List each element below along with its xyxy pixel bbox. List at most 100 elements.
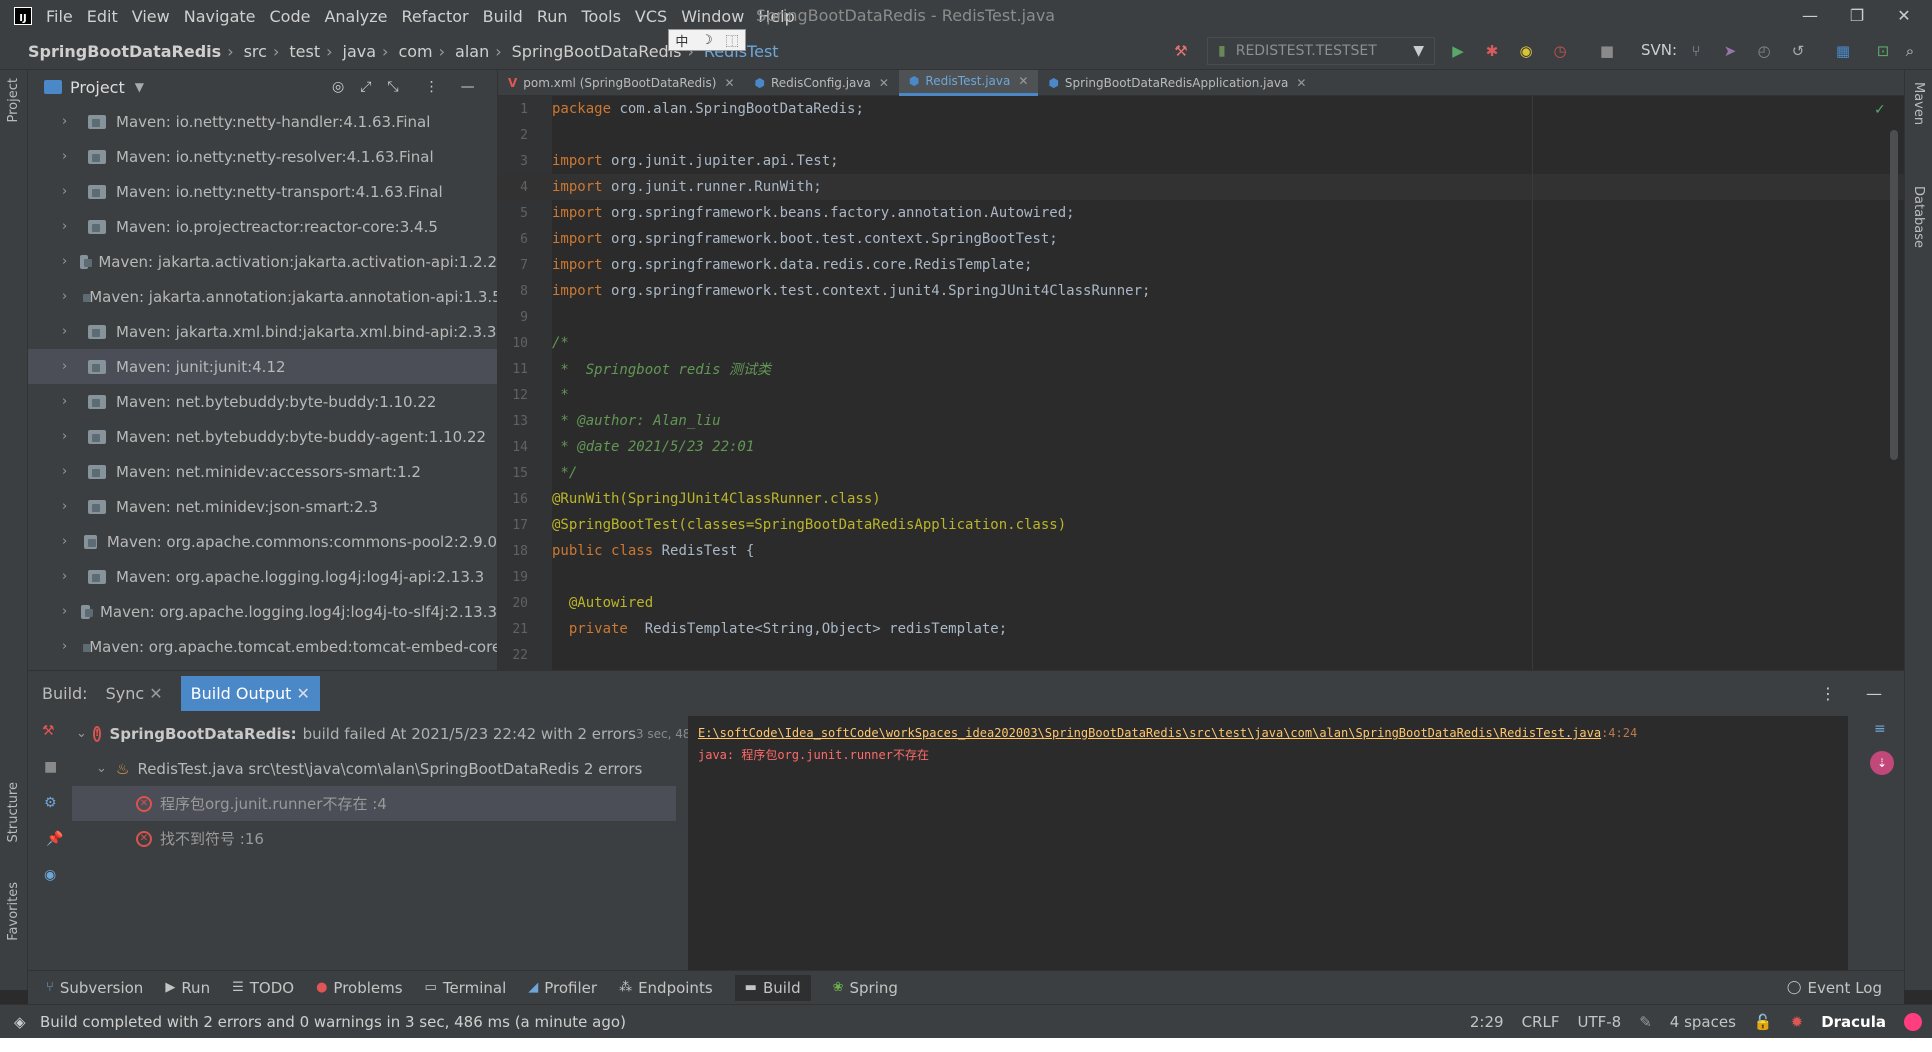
- code-line[interactable]: 15 */: [498, 460, 1904, 486]
- tool-profiler[interactable]: ◢ Profiler: [528, 979, 597, 997]
- restore-icon[interactable]: ❐: [1845, 4, 1869, 28]
- close-window-icon[interactable]: ✕: [1892, 4, 1916, 28]
- stripe-database[interactable]: Database: [1911, 186, 1926, 248]
- rebuild-icon[interactable]: ⚒: [42, 723, 64, 739]
- file-encoding[interactable]: UTF-8: [1577, 1013, 1621, 1031]
- tab-sync[interactable]: Sync ✕: [106, 684, 163, 703]
- close-icon[interactable]: ✕: [1296, 76, 1306, 90]
- more-options-icon[interactable]: ⋮: [1820, 684, 1836, 703]
- chevron-right-icon[interactable]: ›: [62, 219, 76, 234]
- status-message[interactable]: Build completed with 2 errors and 0 warn…: [40, 1013, 626, 1031]
- pin-icon[interactable]: 📌: [46, 831, 63, 847]
- close-icon[interactable]: ✕: [1018, 74, 1028, 88]
- stripe-project[interactable]: Project: [6, 78, 21, 122]
- ime-moon-icon[interactable]: ☽: [701, 33, 713, 48]
- chevron-right-icon[interactable]: ›: [62, 569, 76, 584]
- tool-terminal[interactable]: ▭ Terminal: [425, 979, 507, 997]
- run-configuration-select[interactable]: ▮ REDISTEST.TESTSET ▼: [1207, 37, 1435, 65]
- menu-refactor[interactable]: Refactor: [402, 7, 469, 26]
- scroll-to-end-icon[interactable]: ⇣: [1870, 751, 1894, 775]
- minimize-icon[interactable]: —: [1798, 4, 1822, 28]
- chevron-right-icon[interactable]: ›: [62, 534, 72, 549]
- breadcrumb-test[interactable]: test: [289, 42, 320, 61]
- line-separator[interactable]: CRLF: [1522, 1013, 1560, 1031]
- project-tree-item[interactable]: › Maven: org.apache.commons:commons-pool2…: [28, 524, 497, 559]
- chevron-right-icon[interactable]: ›: [62, 184, 76, 199]
- project-tree-item[interactable]: › Maven: net.minidev:accessors-smart:1.2: [28, 454, 497, 489]
- soft-wrap-icon[interactable]: ≡: [1874, 721, 1886, 737]
- coverage-icon[interactable]: ◉: [1515, 40, 1537, 62]
- chevron-right-icon[interactable]: ›: [62, 114, 76, 129]
- project-tree-item[interactable]: › Maven: junit:junit:4.12: [28, 349, 497, 384]
- project-tree-item[interactable]: › Maven: jakarta.xml.bind:jakarta.xml.bin…: [28, 314, 497, 349]
- project-panel-title[interactable]: Project: [70, 78, 125, 97]
- code-line[interactable]: 18 public class RedisTest {: [498, 538, 1904, 564]
- code-line[interactable]: 9: [498, 304, 1904, 330]
- tab-redisconfig[interactable]: ⬢ RedisConfig.java ✕: [745, 70, 899, 96]
- breadcrumb-java[interactable]: java: [343, 42, 377, 61]
- ime-toolbar[interactable]: 中 ☽ ⿰: [668, 29, 746, 51]
- chevron-down-icon[interactable]: ▼: [135, 80, 144, 94]
- code-line[interactable]: 12 *: [498, 382, 1904, 408]
- hide-panel-icon[interactable]: —: [461, 79, 475, 95]
- menu-file[interactable]: File: [46, 7, 73, 26]
- stripe-favorites[interactable]: Favorites: [6, 882, 21, 941]
- close-icon[interactable]: ✕: [297, 684, 310, 703]
- breadcrumb-project[interactable]: SpringBootDataRedis: [28, 42, 221, 61]
- svn-commit-icon[interactable]: ➤: [1719, 40, 1741, 62]
- vertical-scrollbar[interactable]: [1890, 130, 1898, 460]
- stripe-structure[interactable]: Structure: [6, 782, 21, 842]
- menu-navigate[interactable]: Navigate: [184, 7, 256, 26]
- chevron-down-icon[interactable]: ⌄: [76, 726, 87, 741]
- tool-subversion[interactable]: ⑂ Subversion: [46, 979, 143, 997]
- chevron-right-icon[interactable]: ›: [62, 324, 76, 339]
- close-icon[interactable]: ✕: [149, 684, 162, 703]
- project-tree-item[interactable]: › Maven: net.bytebuddy:byte-buddy-agent:1…: [28, 419, 497, 454]
- breadcrumb-alan[interactable]: alan: [455, 42, 489, 61]
- theme-name[interactable]: Dracula: [1821, 1013, 1886, 1031]
- code-line[interactable]: 17 @SpringBootTest(classes=SpringBootData…: [498, 512, 1904, 538]
- svn-update-icon[interactable]: ⑂: [1685, 40, 1707, 62]
- breadcrumb-src[interactable]: src: [244, 42, 267, 61]
- project-tree-item[interactable]: › Maven: net.bytebuddy:byte-buddy:1.10.22: [28, 384, 497, 419]
- code-area[interactable]: 1 package com.alan.SpringBootDataRedis; 2 3…: [498, 96, 1904, 668]
- code-line[interactable]: 3 import org.junit.jupiter.api.Test;: [498, 148, 1904, 174]
- lock-icon[interactable]: 🔓: [1754, 1013, 1773, 1031]
- settings-icon[interactable]: ⚙: [44, 795, 57, 811]
- build-root-row[interactable]: ⌄ ! SpringBootDataRedis: build failed At…: [72, 716, 720, 751]
- close-icon[interactable]: ✕: [724, 76, 734, 90]
- run-icon[interactable]: ▶: [1447, 40, 1469, 62]
- code-line[interactable]: 2: [498, 122, 1904, 148]
- tool-event-log[interactable]: ◯ Event Log: [1787, 979, 1882, 997]
- code-line[interactable]: 8 import org.springframework.test.context…: [498, 278, 1904, 304]
- project-tree-item[interactable]: › Maven: org.apache.tomcat.embed:tomcat-e…: [28, 629, 497, 664]
- tab-pom-xml[interactable]: V pom.xml (SpringBootDataRedis) ✕: [498, 70, 745, 96]
- code-line[interactable]: 1 package com.alan.SpringBootDataRedis;: [498, 96, 1904, 122]
- stop-icon[interactable]: ■: [44, 759, 57, 775]
- menu-run[interactable]: Run: [537, 7, 568, 26]
- tab-build-output[interactable]: Build Output ✕: [180, 676, 320, 711]
- stripe-maven[interactable]: Maven: [1911, 82, 1926, 125]
- tool-build[interactable]: ▬ Build: [734, 974, 811, 1001]
- code-line[interactable]: 22: [498, 642, 1904, 668]
- chevron-down-icon[interactable]: ⌄: [96, 761, 110, 776]
- code-line[interactable]: 21 private RedisTemplate<String,Object> …: [498, 616, 1904, 642]
- tab-application[interactable]: ⬢ SpringBootDataRedisApplication.java ✕: [1038, 70, 1316, 96]
- project-tree-item[interactable]: › Maven: org.apache.logging.log4j:log4j-t…: [28, 594, 497, 629]
- search-icon[interactable]: ⌕: [1899, 40, 1921, 62]
- build-file-row[interactable]: ⌄ ♨ RedisTest.java src\test\java\com\ala…: [72, 751, 676, 786]
- menu-build[interactable]: Build: [483, 7, 523, 26]
- close-icon[interactable]: ✕: [879, 76, 889, 90]
- menu-code[interactable]: Code: [270, 7, 311, 26]
- memory-indicator-icon[interactable]: ✹: [1791, 1013, 1804, 1031]
- code-line[interactable]: 4 import org.junit.runner.RunWith;: [498, 174, 1904, 200]
- rollback-icon[interactable]: ↺: [1787, 40, 1809, 62]
- breadcrumb-package[interactable]: SpringBootDataRedis: [512, 42, 682, 61]
- locate-icon[interactable]: ◎: [332, 79, 344, 95]
- error-file-link[interactable]: E:\softCode\Idea_softCode\workSpaces_ide…: [698, 726, 1601, 740]
- more-options-icon[interactable]: ⋮: [425, 79, 439, 95]
- chevron-right-icon[interactable]: ›: [62, 499, 76, 514]
- stop-icon[interactable]: ■: [1596, 40, 1618, 62]
- chevron-right-icon[interactable]: ›: [62, 254, 68, 269]
- chevron-right-icon[interactable]: ›: [62, 639, 67, 654]
